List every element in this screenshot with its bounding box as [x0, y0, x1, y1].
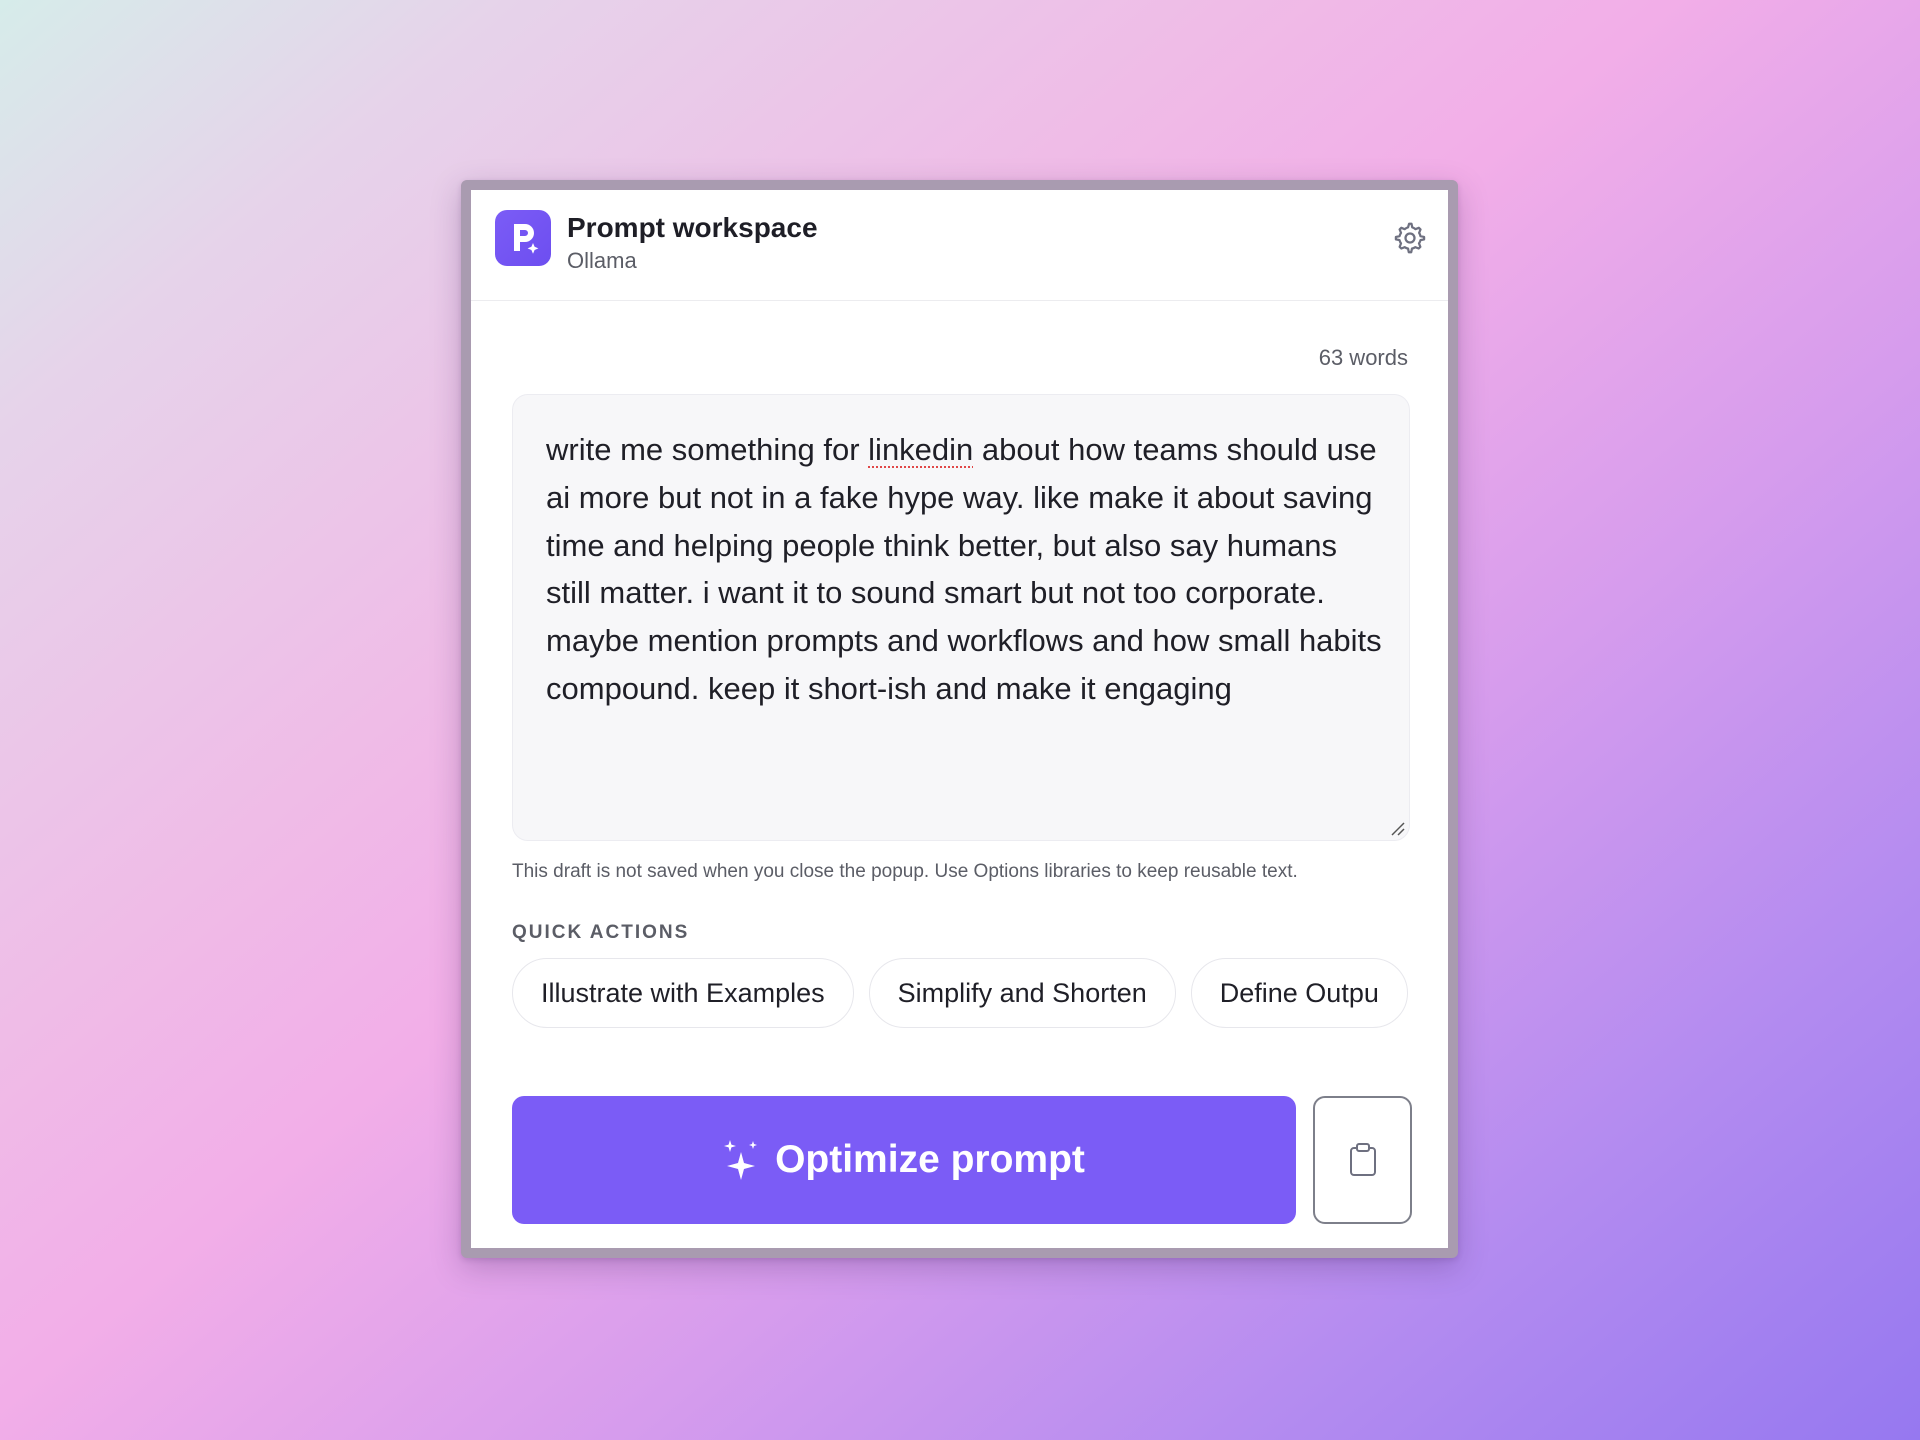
prompt-text-start: write me something for	[546, 432, 869, 467]
prompt-textarea[interactable]: write me something for linkedin about ho…	[512, 394, 1410, 841]
word-count: 63 words	[1318, 345, 1408, 370]
prompt-text-rest: about how teams should use ai more but n…	[546, 432, 1382, 706]
app-title: Prompt workspace	[567, 212, 818, 243]
clipboard-icon	[1349, 1143, 1376, 1176]
quick-action-simplify-shorten[interactable]: Simplify and Shorten	[868, 958, 1176, 1028]
popup-window: Prompt workspace Ollama 63 words write m…	[461, 180, 1458, 1258]
settings-button[interactable]	[1390, 218, 1430, 258]
popup-header: Prompt workspace Ollama	[471, 190, 1448, 301]
p-sparkle-logo-icon	[495, 210, 551, 266]
quick-action-define-output[interactable]: Define Outpu	[1190, 958, 1408, 1028]
draft-warning-note: This draft is not saved when you close t…	[512, 861, 1298, 882]
misspelled-word: linkedin	[868, 432, 974, 467]
gear-icon	[1394, 222, 1426, 254]
popup-content: Prompt workspace Ollama 63 words write m…	[471, 190, 1448, 1248]
optimize-prompt-label: Optimize prompt	[775, 1138, 1085, 1181]
quick-actions-heading: QUICK ACTIONS	[512, 922, 690, 943]
quick-actions-list: Illustrate with Examples Simplify and Sho…	[512, 958, 1410, 1030]
provider-name: Ollama	[567, 248, 637, 273]
optimize-prompt-button[interactable]: Optimize prompt	[512, 1096, 1296, 1224]
sparkle-icon	[724, 1140, 758, 1180]
resize-handle-icon[interactable]	[1389, 820, 1405, 836]
quick-action-illustrate-examples[interactable]: Illustrate with Examples	[512, 958, 854, 1028]
copy-button[interactable]	[1313, 1096, 1412, 1224]
